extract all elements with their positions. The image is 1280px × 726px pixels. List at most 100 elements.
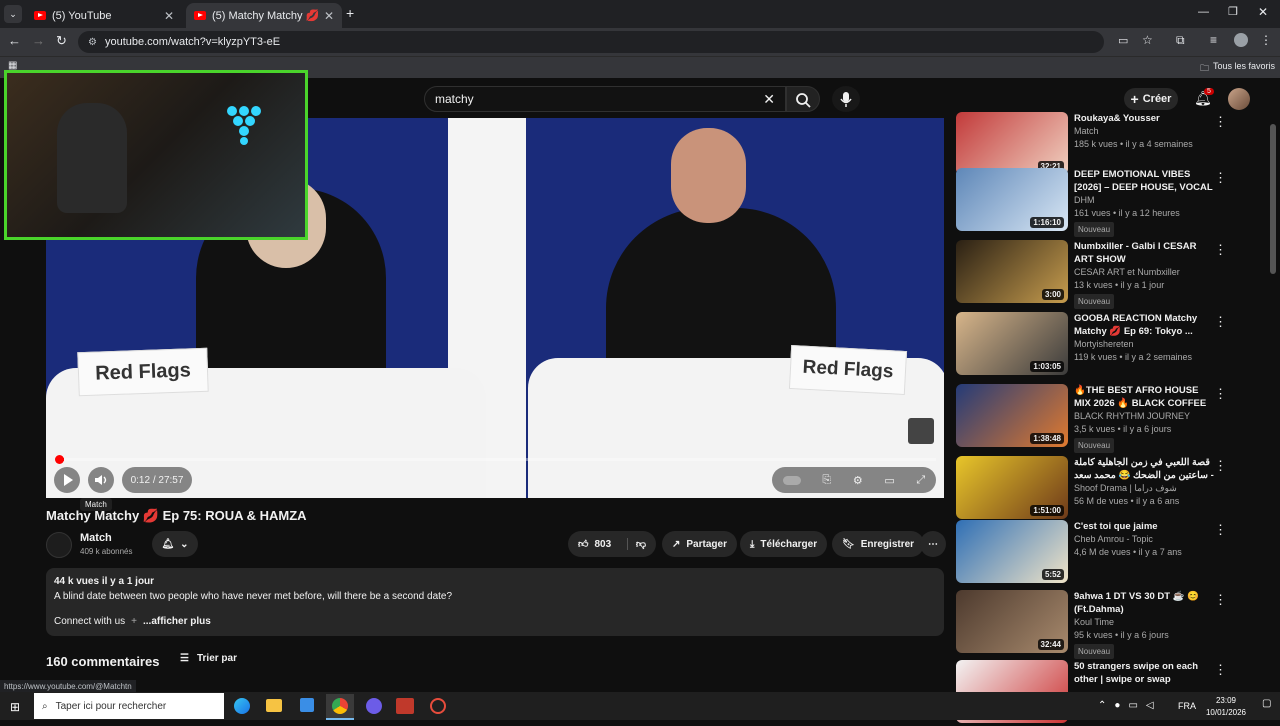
progress-bar[interactable] <box>58 458 936 461</box>
video-title[interactable]: GOOBA REACTION Matchy Matchy 💋 Ep 69: To… <box>1074 312 1214 338</box>
account-avatar[interactable] <box>1228 88 1250 110</box>
more-options-icon[interactable]: ⋮ <box>1214 522 1227 538</box>
network-icon[interactable]: ▭ <box>1128 700 1137 711</box>
theater-icon[interactable]: ▭ <box>884 474 894 487</box>
tab-youtube[interactable]: (5) YouTube ✕ <box>26 3 182 28</box>
video-title[interactable]: DEEP EMOTIONAL VIBES [2026] – DEEP HOUSE… <box>1074 168 1214 194</box>
window-close-icon[interactable]: ✕ <box>1258 5 1268 19</box>
media-icon[interactable]: ≡ <box>1210 33 1217 47</box>
channel-name[interactable]: Match <box>1074 125 1214 138</box>
more-options-icon[interactable]: ⋮ <box>1214 458 1227 474</box>
app-icon[interactable] <box>396 698 414 714</box>
video-thumbnail[interactable]: 1:38:48 <box>956 384 1068 447</box>
recommended-video[interactable]: 5:52 C'est toi que jaime Cheb Amrou - Topi… <box>956 520 1276 586</box>
scrollbar-thumb[interactable] <box>1270 124 1276 274</box>
video-thumbnail[interactable]: 5:52 <box>956 520 1068 583</box>
like-icon[interactable]: 👍︎ <box>578 538 588 550</box>
channel-name[interactable]: Koul Time <box>1074 616 1214 629</box>
more-actions-button[interactable]: ⋯ <box>920 531 946 557</box>
fullscreen-icon[interactable]: ⤢ <box>916 474 925 487</box>
video-thumbnail[interactable]: 1:16:10 <box>956 168 1068 231</box>
video-title[interactable]: 🔥THE BEST AFRO HOUSE MIX 2026 🔥 BLACK CO… <box>1074 384 1214 410</box>
clear-search-icon[interactable]: ✕ <box>763 91 775 108</box>
menu-icon[interactable]: ⋮ <box>1260 33 1272 47</box>
more-options-icon[interactable]: ⋮ <box>1214 314 1227 330</box>
more-options-icon[interactable]: ⋮ <box>1214 170 1227 186</box>
recommended-video[interactable]: 1:16:10 DEEP EMOTIONAL VIBES [2026] – DEE… <box>956 168 1276 237</box>
volume-button[interactable] <box>88 467 114 493</box>
video-title[interactable]: 50 strangers swipe on each other | swipe… <box>1074 660 1214 686</box>
channel-name[interactable]: Shoof Drama | شوف دراما <box>1074 482 1214 495</box>
tab-search-icon[interactable]: ⌄ <box>4 5 22 23</box>
new-tab-icon[interactable]: + <box>346 5 354 21</box>
video-thumbnail[interactable]: 32:21 <box>956 112 1068 175</box>
discord-icon[interactable] <box>366 698 382 714</box>
notifications-center-icon[interactable]: ▢ <box>1262 698 1271 709</box>
search-button[interactable] <box>786 86 820 112</box>
tab-matchy[interactable]: (5) Matchy Matchy 💋 Ep 75: R ✕ <box>186 3 342 28</box>
channel-name[interactable]: Mortyishereten <box>1074 338 1214 351</box>
extensions-icon[interactable]: ⧉ <box>1176 33 1185 48</box>
recommended-video[interactable]: 1:38:48 🔥THE BEST AFRO HOUSE MIX 2026 🔥 B… <box>956 384 1276 453</box>
voice-search-button[interactable] <box>832 86 860 112</box>
store-icon[interactable] <box>300 698 314 712</box>
sort-button[interactable]: ☰ Trier par <box>180 653 237 664</box>
edge-icon[interactable] <box>234 698 250 714</box>
description-box[interactable]: 44 k vues il y a 1 jour A blind date bet… <box>46 568 944 636</box>
video-title[interactable]: قصة اللعبي في زمن الجاهلية كاملة - ساعتي… <box>1074 456 1214 482</box>
all-bookmarks[interactable]: 🗀 Tous les favoris <box>1200 61 1275 77</box>
forward-icon[interactable]: → <box>32 33 45 48</box>
bookmark-star-icon[interactable]: ☆ <box>1142 33 1153 47</box>
chevron-up-icon[interactable]: ⌃ <box>1098 700 1106 711</box>
subtitles-icon[interactable]: ⎘ <box>822 474 831 487</box>
taskbar-search[interactable]: ⌕ Taper ici pour rechercher <box>34 693 224 719</box>
windows-start-icon[interactable]: ⊞ <box>10 700 20 714</box>
close-icon[interactable]: ✕ <box>324 9 334 23</box>
scrubber-handle[interactable] <box>55 455 64 464</box>
channel-name[interactable]: Cheb Amrou - Topic <box>1074 533 1214 546</box>
site-info-icon[interactable]: ⚙ <box>88 37 97 48</box>
close-icon[interactable]: ✕ <box>164 9 174 23</box>
language-indicator[interactable]: FRA <box>1178 701 1196 711</box>
channel-avatar[interactable] <box>46 532 72 558</box>
profile-avatar[interactable] <box>1234 33 1248 47</box>
video-title[interactable]: Roukaya& Yousser <box>1074 112 1214 125</box>
video-thumbnail[interactable]: 1:03:05 <box>956 312 1068 375</box>
speaker-icon[interactable]: ◁ <box>1146 700 1154 711</box>
more-options-icon[interactable]: ⋮ <box>1214 242 1227 258</box>
video-title[interactable]: 9ahwa 1 DT VS 30 DT ☕ 😊 (Ft.Dahma) <box>1074 590 1214 616</box>
show-more-link[interactable]: ...afficher plus <box>143 616 211 627</box>
video-thumbnail[interactable]: 32:44 <box>956 590 1068 653</box>
obs-icon[interactable] <box>430 698 446 714</box>
recommended-video[interactable]: 1:51:00 قصة اللعبي في زمن الجاهلية كاملة … <box>956 456 1276 522</box>
channel-name[interactable]: Match <box>80 532 112 544</box>
address-bar[interactable]: ⚙ youtube.com/watch?v=klyzpYT3-eE <box>78 31 1104 53</box>
more-options-icon[interactable]: ⋮ <box>1214 592 1227 608</box>
back-icon[interactable]: ← <box>8 33 21 48</box>
autoplay-toggle[interactable] <box>782 475 801 485</box>
more-options-icon[interactable]: ⋮ <box>1214 662 1227 678</box>
mic-tray-icon[interactable]: ● <box>1114 700 1120 711</box>
chrome-taskbar-button[interactable] <box>326 694 354 720</box>
file-explorer-icon[interactable] <box>266 699 282 712</box>
recommended-video[interactable]: 3:00 Numbxiller - Galbi l CESAR ART SHOW C… <box>956 240 1276 309</box>
restore-icon[interactable]: ❐ <box>1228 5 1238 18</box>
video-thumbnail[interactable]: 1:51:00 <box>956 456 1068 519</box>
channel-watermark[interactable] <box>908 418 934 444</box>
create-button[interactable]: + Créer <box>1124 88 1178 110</box>
video-thumbnail[interactable]: 3:00 <box>956 240 1068 303</box>
recommended-video[interactable]: 1:03:05 GOOBA REACTION Matchy Matchy 💋 Ep… <box>956 312 1276 378</box>
recommended-video[interactable]: 32:44 9ahwa 1 DT VS 30 DT ☕ 😊 (Ft.Dahma) K… <box>956 590 1276 659</box>
save-button[interactable]: 🔖︎ Enregistrer <box>832 531 925 557</box>
reload-icon[interactable]: ↻ <box>56 33 67 49</box>
dislike-icon[interactable]: 👎︎ <box>626 538 646 550</box>
notification-bell-button[interactable]: 🔔︎ ⌄ <box>152 531 198 557</box>
download-button[interactable]: ⤓ Télécharger <box>740 531 828 557</box>
channel-name[interactable]: CESAR ART et Numbxiller <box>1074 266 1214 279</box>
clock[interactable]: 23:09 10/01/2026 <box>1200 695 1252 719</box>
more-options-icon[interactable]: ⋮ <box>1214 386 1227 402</box>
channel-name[interactable]: DHM <box>1074 194 1214 207</box>
cast-icon[interactable]: ▭ <box>1118 34 1128 47</box>
settings-icon[interactable]: ⚙ <box>853 474 863 487</box>
channel-name[interactable]: BLACK RHYTHM JOURNEY <box>1074 410 1214 423</box>
